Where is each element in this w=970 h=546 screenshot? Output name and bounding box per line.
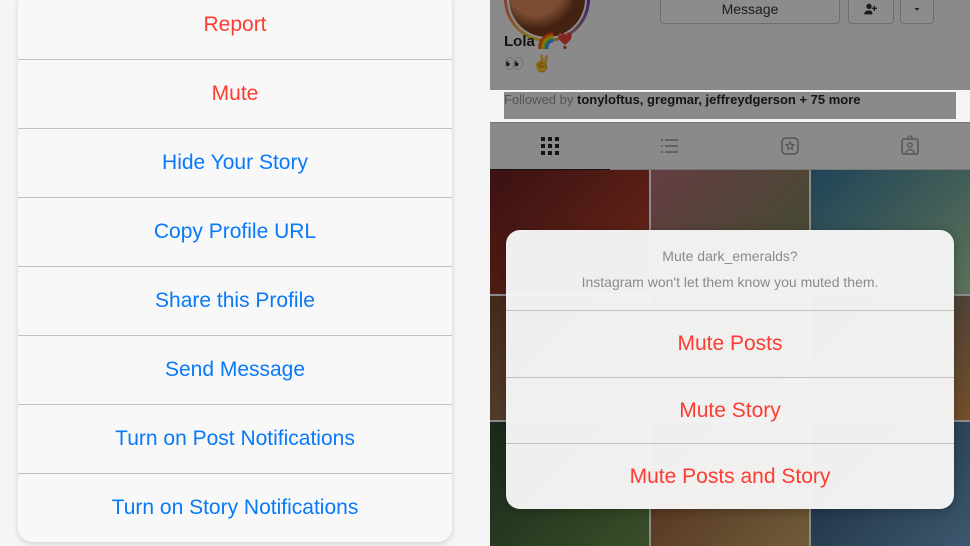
grid-icon [538,134,562,158]
mute-action-sheet: Mute dark_emeralds? Instagram won't let … [506,230,954,509]
mute-option[interactable]: Mute [18,59,452,128]
profile-tabs [490,122,970,170]
option-label: Mute Posts [677,332,782,356]
chevron-down-icon [911,3,923,15]
copy-profile-url-option[interactable]: Copy Profile URL [18,197,452,266]
mute-sheet-header: Mute dark_emeralds? Instagram won't let … [506,230,954,311]
tagged-icon [898,134,922,158]
followed-prefix: Followed by [504,92,577,107]
option-label: Hide Your Story [162,151,308,175]
star-badge-icon [778,134,802,158]
left-screenshot: Report Mute Hide Your Story Copy Profile… [0,0,470,546]
option-label: Mute Story [679,399,781,423]
mute-story-option[interactable]: Mute Story [506,377,954,443]
option-label: Copy Profile URL [154,220,316,244]
tab-tagged[interactable] [850,123,970,169]
option-label: Turn on Story Notifications [112,496,359,520]
send-message-option[interactable]: Send Message [18,335,452,404]
tab-saved[interactable] [730,123,850,169]
add-user-icon [863,1,879,17]
turn-on-post-notifications-option[interactable]: Turn on Post Notifications [18,404,452,473]
hide-your-story-option[interactable]: Hide Your Story [18,128,452,197]
list-icon [658,134,682,158]
followed-by-line[interactable]: Followed by tonyloftus, gregmar, jeffrey… [504,92,956,119]
profile-bio: Lola 🌈❣️ 👀 ✌️ [504,32,956,74]
tab-list[interactable] [610,123,730,169]
mute-sheet-title: Mute dark_emeralds? [526,248,934,264]
name-emoji: 🌈❣️ [537,32,574,50]
right-screenshot: Message Lola 🌈❣️ 👀 ✌️ Followed by tonylo… [490,0,970,546]
share-this-profile-option[interactable]: Share this Profile [18,266,452,335]
tab-grid[interactable] [490,123,610,170]
option-label: Turn on Post Notifications [115,427,355,451]
profile-options-action-sheet: Report Mute Hide Your Story Copy Profile… [18,0,452,542]
turn-on-story-notifications-option[interactable]: Turn on Story Notifications [18,473,452,542]
option-label: Share this Profile [155,289,315,313]
suggest-user-button[interactable] [848,0,894,24]
message-button[interactable]: Message [660,0,840,24]
option-label: Report [203,13,266,37]
mute-sheet-subtitle: Instagram won't let them know you muted … [526,274,934,290]
bio-emoji-line: 👀 ✌️ [504,54,956,74]
option-label: Mute [212,82,259,106]
mute-posts-option[interactable]: Mute Posts [506,311,954,377]
mute-posts-and-story-option[interactable]: Mute Posts and Story [506,443,954,509]
display-name: Lola [504,33,535,50]
option-label: Mute Posts and Story [630,465,831,489]
followed-names: tonyloftus, gregmar, jeffreydgerson [577,92,796,107]
profile-header: Message Lola 🌈❣️ 👀 ✌️ [490,0,970,90]
followed-suffix: + 75 more [796,92,861,107]
report-option[interactable]: Report [18,0,452,59]
dropdown-button[interactable] [900,0,934,24]
message-button-label: Message [722,1,779,17]
option-label: Send Message [165,358,305,382]
